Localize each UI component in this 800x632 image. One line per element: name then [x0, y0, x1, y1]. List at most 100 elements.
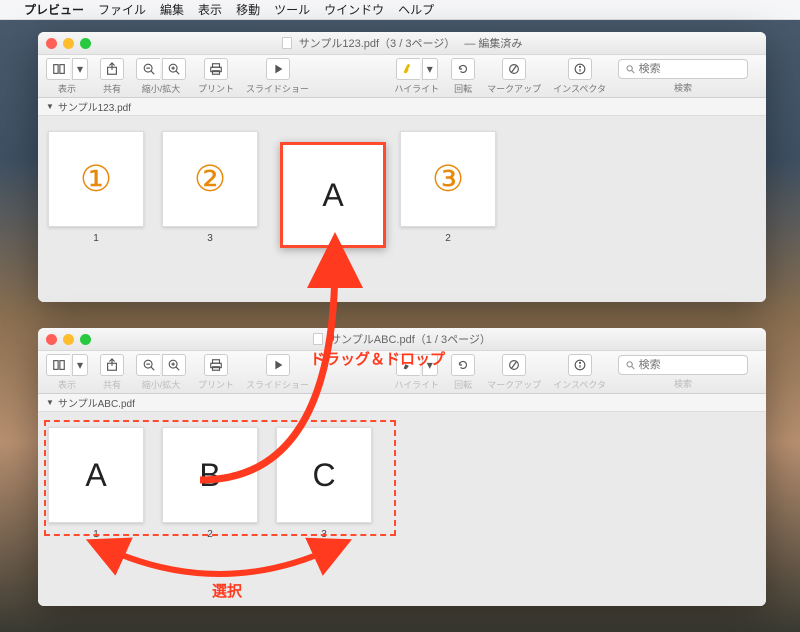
print-button[interactable] — [204, 58, 228, 80]
zoom-in-button[interactable] — [162, 354, 186, 376]
share-label: 共有 — [103, 82, 121, 95]
search-input[interactable] — [639, 359, 741, 371]
page-number: 3 — [207, 233, 213, 244]
menu-view[interactable]: 表示 — [198, 1, 222, 18]
page-number: 2 — [207, 529, 213, 540]
slideshow-label: スライドショー — [246, 378, 309, 391]
page-thumbnail[interactable]: B2 — [162, 427, 258, 540]
title-text: サンプル123.pdf（3 / 3ページ） — [299, 38, 456, 50]
menu-file[interactable]: ファイル — [98, 1, 146, 18]
view-label: 表示 — [58, 82, 76, 95]
menu-go[interactable]: 移動 — [236, 1, 260, 18]
pathname: サンプル123.pdf — [58, 99, 131, 114]
drag-count-badge: 1 — [328, 250, 341, 262]
view-dropdown[interactable]: ▾ — [72, 58, 88, 80]
window-title: サンプル123.pdf（3 / 3ページ） — 編集済み — [38, 35, 766, 51]
zoom-label: 縮小/拡大 — [142, 82, 181, 95]
page-content: A — [85, 457, 106, 494]
view-button[interactable] — [46, 58, 70, 80]
print-label: プリント — [198, 378, 234, 391]
pathbar: ▼ サンプルABC.pdf — [38, 394, 766, 412]
dragged-page[interactable]: A — [280, 142, 386, 248]
page-thumbnail[interactable]: C3 — [276, 427, 372, 540]
rotate-button[interactable] — [451, 58, 475, 80]
menubar: プレビュー ファイル 編集 表示 移動 ツール ウインドウ ヘルプ — [0, 0, 800, 20]
zoom-label: 縮小/拡大 — [142, 378, 181, 391]
window-sampleabc: サンプルABC.pdf（1 / 3ページ） ▾表示 共有 縮小/拡大 プリント … — [38, 328, 766, 606]
page-number: 1 — [93, 233, 99, 244]
maximize-button[interactable] — [80, 38, 91, 49]
slideshow-button[interactable] — [266, 58, 290, 80]
share-button[interactable] — [100, 354, 124, 376]
file-icon — [282, 37, 292, 49]
file-icon — [313, 333, 323, 345]
toolbar: ▾表示 共有 縮小/拡大 プリント スライドショー ▾ハイライト 回転 マークア… — [38, 350, 766, 394]
menu-tools[interactable]: ツール — [274, 1, 310, 18]
search-box[interactable] — [618, 59, 748, 79]
inspector-label: インスペクタ — [553, 82, 606, 95]
thumbnail-area: A1 B2 C3 — [38, 412, 766, 606]
page-thumbnail[interactable]: ①1 — [48, 131, 144, 244]
disclosure-triangle-icon[interactable]: ▼ — [46, 102, 54, 111]
markup-button[interactable] — [502, 58, 526, 80]
page-number: 2 — [445, 233, 451, 244]
highlight-dropdown[interactable]: ▾ — [422, 58, 438, 80]
page-thumbnail[interactable]: A1 — [48, 427, 144, 540]
highlight-button[interactable] — [396, 354, 420, 376]
minimize-button[interactable] — [63, 334, 74, 345]
print-label: プリント — [198, 82, 234, 95]
menu-window[interactable]: ウインドウ — [324, 1, 384, 18]
view-dropdown[interactable]: ▾ — [72, 354, 88, 376]
search-icon — [625, 63, 636, 75]
markup-label: マークアップ — [487, 82, 541, 95]
inspector-button[interactable] — [568, 354, 592, 376]
markup-label: マークアップ — [487, 378, 541, 391]
menu-help[interactable]: ヘルプ — [398, 1, 434, 18]
zoom-in-button[interactable] — [162, 58, 186, 80]
maximize-button[interactable] — [80, 334, 91, 345]
page-number: 3 — [321, 529, 327, 540]
page-content: C — [312, 457, 335, 494]
titlebar[interactable]: サンプルABC.pdf（1 / 3ページ） — [38, 328, 766, 350]
titlebar[interactable]: サンプル123.pdf（3 / 3ページ） — 編集済み — [38, 32, 766, 54]
print-button[interactable] — [204, 354, 228, 376]
highlight-button[interactable] — [396, 58, 420, 80]
page-thumbnail[interactable]: ③2 — [400, 131, 496, 244]
page-number: 1 — [93, 529, 99, 540]
search-label: 検索 — [674, 377, 692, 390]
page-content: B — [199, 457, 220, 494]
menu-app[interactable]: プレビュー — [24, 1, 84, 18]
minimize-button[interactable] — [63, 38, 74, 49]
rotate-button[interactable] — [451, 354, 475, 376]
share-button[interactable] — [100, 58, 124, 80]
traffic-lights — [46, 334, 91, 345]
dragged-page-content: A — [322, 177, 343, 214]
page-thumbnail[interactable]: ②3 — [162, 131, 258, 244]
title-text: サンプルABC.pdf（1 / 3ページ） — [330, 334, 491, 346]
rotate-label: 回転 — [454, 82, 472, 95]
slideshow-button[interactable] — [266, 354, 290, 376]
search-box[interactable] — [618, 355, 748, 375]
zoom-out-button[interactable] — [136, 354, 160, 376]
toolbar: ▾表示 共有 縮小/拡大 プリント スライドショー ▾ハイライト 回転 マークア… — [38, 54, 766, 98]
disclosure-triangle-icon[interactable]: ▼ — [46, 398, 54, 407]
highlight-dropdown[interactable]: ▾ — [422, 354, 438, 376]
menu-edit[interactable]: 編集 — [160, 1, 184, 18]
view-button[interactable] — [46, 354, 70, 376]
inspector-label: インスペクタ — [553, 378, 606, 391]
highlight-label: ハイライト — [394, 378, 439, 391]
pathbar: ▼ サンプル123.pdf — [38, 98, 766, 116]
zoom-out-button[interactable] — [136, 58, 160, 80]
markup-button[interactable] — [502, 354, 526, 376]
search-label: 検索 — [674, 81, 692, 94]
pathname: サンプルABC.pdf — [58, 395, 135, 410]
close-button[interactable] — [46, 38, 57, 49]
page-content: ③ — [432, 158, 464, 200]
window-title: サンプルABC.pdf（1 / 3ページ） — [38, 331, 766, 347]
inspector-button[interactable] — [568, 58, 592, 80]
edited-text: — 編集済み — [464, 38, 522, 50]
close-button[interactable] — [46, 334, 57, 345]
thumbnail-area: ①1 ②3 ③2 — [38, 116, 766, 302]
search-input[interactable] — [639, 63, 741, 75]
traffic-lights — [46, 38, 91, 49]
